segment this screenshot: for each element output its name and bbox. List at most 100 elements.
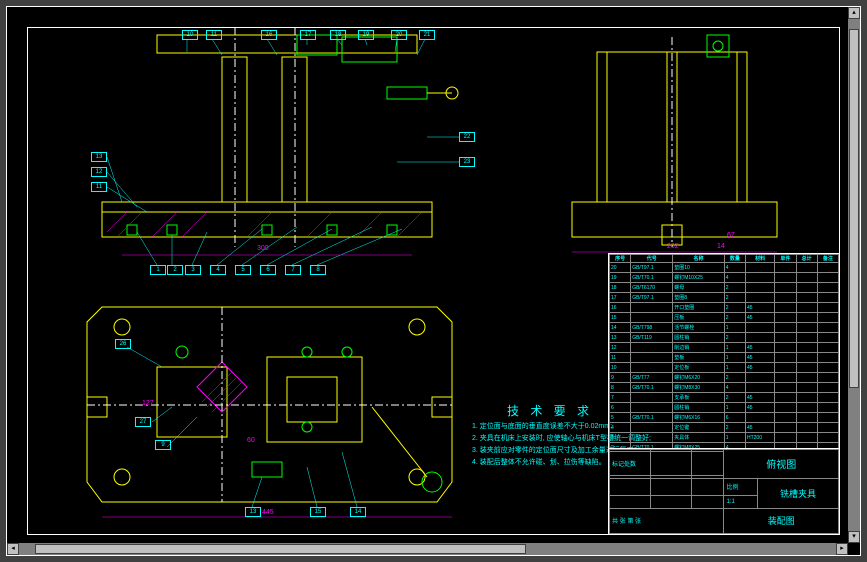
callout: 17: [300, 30, 316, 40]
parts-cell: 13: [610, 333, 631, 343]
parts-cell: [745, 333, 774, 343]
parts-cell: 2: [724, 423, 745, 433]
parts-header-cell: 总计: [796, 255, 817, 263]
parts-cell: 45: [745, 313, 774, 323]
scroll-left-button[interactable]: ◂: [7, 543, 19, 555]
parts-cell: [775, 333, 796, 343]
tb-scale: 1:1: [724, 496, 758, 509]
parts-cell: 1: [724, 353, 745, 363]
callout: 23: [459, 157, 475, 167]
parts-cell: [796, 303, 817, 313]
callout: 11: [91, 182, 107, 192]
parts-cell: [796, 363, 817, 373]
parts-cell: 螺钉M10X25: [673, 273, 725, 283]
horizontal-scrollbar[interactable]: ◂ ▸: [7, 543, 848, 555]
parts-cell: [817, 413, 838, 423]
parts-cell: [775, 303, 796, 313]
callout: 15: [310, 507, 326, 517]
scroll-up-button[interactable]: ▴: [848, 7, 860, 19]
parts-cell: GB/T97.1: [631, 293, 673, 303]
parts-cell: [775, 293, 796, 303]
callout: 2: [167, 265, 183, 275]
parts-cell: GB/T798: [631, 323, 673, 333]
parts-cell: [745, 373, 774, 383]
parts-cell: [631, 393, 673, 403]
parts-cell: [817, 313, 838, 323]
parts-cell: [817, 303, 838, 313]
parts-cell: [817, 373, 838, 383]
parts-cell: [796, 403, 817, 413]
h-scroll-track[interactable]: [19, 543, 836, 555]
parts-row: 20GB/T97.1垫圈104: [610, 263, 839, 273]
tech-req-line-1: 1. 定位面与底面的垂直度误差不大于0.02mm;: [472, 422, 612, 432]
parts-cell: 2: [724, 313, 745, 323]
parts-cell: [775, 263, 796, 273]
parts-cell: 削边销: [673, 343, 725, 353]
cad-viewport[interactable]: 10 11 16 17 18 19 20 21 22 23 13 12 11 1…: [6, 6, 861, 556]
parts-cell: [817, 343, 838, 353]
callout: 18: [330, 30, 346, 40]
parts-cell: 4: [724, 273, 745, 283]
parts-cell: 2: [724, 393, 745, 403]
parts-row: 3夹具体1HT200: [610, 433, 839, 443]
parts-cell: [817, 273, 838, 283]
tb-sheet: 共 张 第 张: [610, 508, 724, 533]
parts-row: 13GB/T119圆柱销2: [610, 333, 839, 343]
parts-cell: 2: [724, 283, 745, 293]
vertical-scrollbar[interactable]: ▴ ▾: [848, 7, 860, 543]
v-scroll-thumb[interactable]: [849, 29, 859, 387]
parts-cell: [796, 413, 817, 423]
callout: 6: [260, 265, 276, 275]
parts-cell: [796, 393, 817, 403]
dimension: 127: [142, 400, 154, 407]
scroll-right-button[interactable]: ▸: [836, 543, 848, 555]
dimension: 202: [667, 243, 679, 250]
parts-cell: 2: [724, 303, 745, 313]
parts-cell: [817, 393, 838, 403]
callout: 9: [155, 440, 171, 450]
parts-cell: [775, 403, 796, 413]
dimension: 14: [717, 243, 725, 250]
parts-cell: [796, 433, 817, 443]
parts-cell: 1: [724, 323, 745, 333]
parts-list: 20GB/T97.1垫圈10419GB/T70.1螺钉M10X25418GB/T…: [608, 253, 840, 450]
parts-cell: [796, 353, 817, 363]
v-scroll-track[interactable]: [848, 19, 860, 531]
parts-cell: [796, 423, 817, 433]
parts-row: 7支承板245: [610, 393, 839, 403]
parts-cell: [817, 323, 838, 333]
scroll-down-button[interactable]: ▾: [848, 531, 860, 543]
parts-cell: [817, 403, 838, 413]
parts-cell: [775, 313, 796, 323]
parts-row: 16开口垫圈245: [610, 303, 839, 313]
parts-cell: 3: [610, 433, 631, 443]
parts-row: 9GB/T77螺钉M6X202: [610, 373, 839, 383]
parts-cell: [796, 263, 817, 273]
callout: 11: [206, 30, 222, 40]
parts-cell: 20: [610, 263, 631, 273]
callout: 27: [135, 417, 151, 427]
parts-cell: 垫板: [673, 353, 725, 363]
parts-cell: [631, 423, 673, 433]
tech-req-line-4: 4. 装配后整体不允许碰、划、拉伤等缺陷。: [472, 458, 606, 468]
parts-cell: [631, 343, 673, 353]
parts-cell: [817, 293, 838, 303]
parts-cell: [631, 313, 673, 323]
parts-cell: GB/T70.1: [631, 383, 673, 393]
parts-cell: HT200: [745, 433, 774, 443]
app-frame: 10 11 16 17 18 19 20 21 22 23 13 12 11 1…: [0, 0, 867, 562]
dimension: 67: [727, 232, 735, 239]
parts-cell: 1: [724, 403, 745, 413]
tb-field: 标记处数: [610, 452, 651, 476]
parts-cell: 6: [610, 403, 631, 413]
callout: 20: [391, 30, 407, 40]
parts-cell: [745, 413, 774, 423]
h-scroll-thumb[interactable]: [35, 544, 525, 554]
parts-cell: 垫圈10: [673, 263, 725, 273]
parts-cell: 11: [610, 353, 631, 363]
parts-cell: 45: [745, 363, 774, 373]
parts-cell: 垫圈8: [673, 293, 725, 303]
callout: 13: [245, 507, 261, 517]
parts-cell: 4: [724, 263, 745, 273]
parts-cell: 45: [745, 393, 774, 403]
